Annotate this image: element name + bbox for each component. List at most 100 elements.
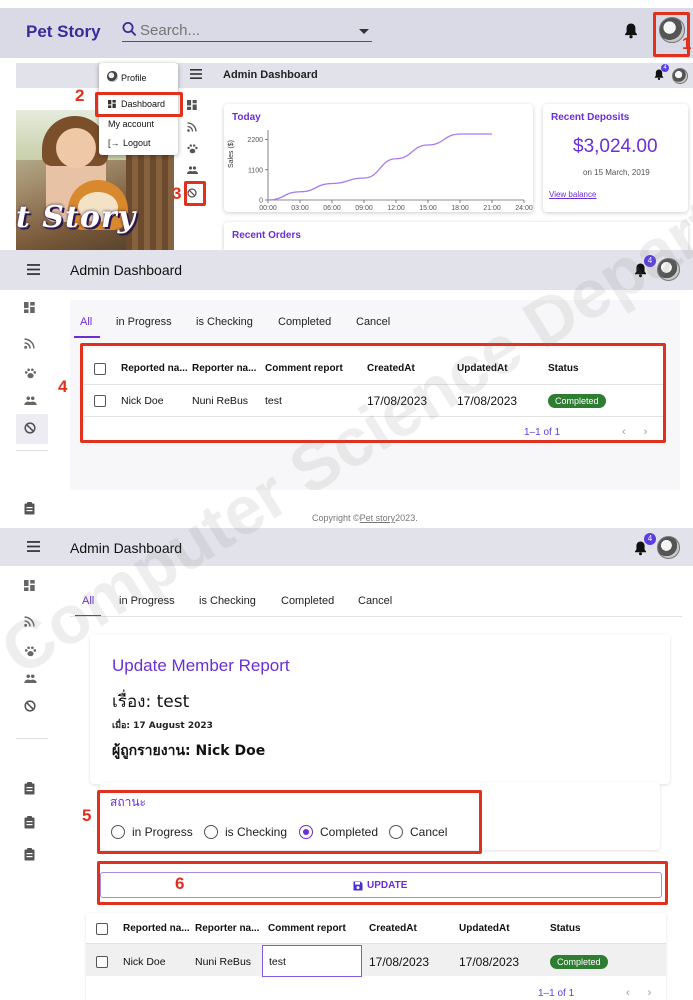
tab-in-progress[interactable]: in Progress bbox=[119, 595, 175, 607]
pagination-arrows[interactable]: ‹› bbox=[626, 987, 669, 999]
notification-badge: 4 bbox=[661, 64, 669, 72]
menu-item-profile[interactable]: Profile bbox=[121, 73, 147, 83]
radio-label-completed[interactable]: Completed bbox=[320, 825, 378, 839]
x-tick-label: 15:00 bbox=[419, 205, 437, 212]
bell-icon[interactable] bbox=[624, 22, 638, 39]
col-status[interactable]: Status bbox=[548, 363, 579, 374]
x-tick-label: 09:00 bbox=[355, 205, 373, 212]
menu-icon[interactable] bbox=[27, 541, 40, 552]
group-icon[interactable] bbox=[187, 166, 198, 174]
user-avatar[interactable] bbox=[657, 536, 680, 559]
paw-icon[interactable] bbox=[187, 144, 198, 154]
tab-is-checking[interactable]: is Checking bbox=[196, 316, 253, 328]
tab-cancel[interactable]: Cancel bbox=[358, 595, 392, 607]
menu-item-my-account[interactable]: My account bbox=[108, 119, 154, 129]
menu-item-dashboard[interactable]: Dashboard bbox=[121, 99, 165, 109]
view-balance-link[interactable]: View balance bbox=[549, 190, 596, 199]
line-chart: 2200 1100 000:00 03:00 06:00 09:00 12:00 15:00 1… bbox=[247, 130, 533, 212]
page-title: Admin Dashboard bbox=[223, 69, 318, 81]
col-reporter-name[interactable]: Reporter na... bbox=[192, 363, 256, 374]
tab-completed[interactable]: Completed bbox=[281, 595, 334, 607]
avatar bbox=[107, 71, 118, 82]
menu-icon[interactable] bbox=[27, 264, 40, 275]
chevron-down-icon[interactable] bbox=[359, 29, 369, 34]
row-checkbox[interactable] bbox=[96, 956, 108, 968]
footer-copyright: Copyright ©Pet story2023. bbox=[312, 513, 418, 523]
group-icon[interactable] bbox=[24, 396, 37, 405]
y-tick-label: 0 bbox=[259, 198, 263, 205]
x-tick-label: 06:00 bbox=[323, 205, 341, 212]
rss-feed-icon[interactable] bbox=[24, 338, 35, 349]
col-reporter-name[interactable]: Reporter na... bbox=[195, 923, 259, 934]
report-table: Reported na... Reporter na... Comment re… bbox=[84, 348, 664, 440]
search-icon bbox=[122, 21, 137, 37]
col-comment-report[interactable]: Comment report bbox=[268, 923, 346, 934]
cell-created-at: 17/08/2023 bbox=[369, 955, 430, 969]
dashboard-icon[interactable] bbox=[24, 302, 35, 313]
tab-indicator bbox=[74, 336, 100, 338]
radio-label-cancel[interactable]: Cancel bbox=[410, 825, 447, 839]
form-title: Update Member Report bbox=[112, 656, 290, 675]
search-field[interactable] bbox=[122, 20, 372, 42]
col-reported-name[interactable]: Reported na... bbox=[121, 363, 188, 374]
col-reported-name[interactable]: Reported na... bbox=[123, 923, 190, 934]
radio-label-is-checking[interactable]: is Checking bbox=[225, 825, 287, 839]
select-all-checkbox[interactable] bbox=[96, 923, 108, 935]
x-tick-label: 24:00 bbox=[515, 205, 533, 212]
menu-icon[interactable] bbox=[190, 69, 202, 79]
clipboard-icon[interactable] bbox=[24, 782, 35, 795]
radio-label-in-progress[interactable]: in Progress bbox=[132, 825, 193, 839]
status-tabs: All in Progress is Checking Completed Ca… bbox=[70, 316, 670, 344]
radio-in-progress[interactable] bbox=[111, 825, 125, 839]
clipboard-icon[interactable] bbox=[24, 502, 35, 515]
brand-title[interactable]: Pet Story bbox=[26, 22, 101, 42]
deposits-card: Recent Deposits $3,024.00 on 15 March, 2… bbox=[543, 104, 688, 212]
group-icon[interactable] bbox=[24, 674, 37, 683]
paw-icon[interactable] bbox=[24, 368, 37, 379]
col-status[interactable]: Status bbox=[550, 923, 581, 934]
x-tick-label: 03:00 bbox=[291, 205, 309, 212]
col-created-at[interactable]: CreatedAt bbox=[367, 363, 415, 374]
radio-is-checking[interactable] bbox=[204, 825, 218, 839]
update-report-form: Update Member Report เรื่อง: test เมื่อ:… bbox=[90, 634, 670, 784]
rss-feed-icon[interactable] bbox=[24, 616, 35, 627]
col-comment-report[interactable]: Comment report bbox=[265, 363, 343, 374]
select-all-checkbox[interactable] bbox=[94, 363, 106, 375]
cell-reporter-name: Nuni ReBus bbox=[195, 956, 252, 968]
search-input[interactable] bbox=[140, 20, 340, 40]
col-updated-at[interactable]: UpdatedAt bbox=[459, 923, 510, 934]
row-checkbox[interactable] bbox=[94, 395, 106, 407]
col-updated-at[interactable]: UpdatedAt bbox=[457, 363, 508, 374]
tab-all[interactable]: All bbox=[82, 595, 94, 607]
block-icon[interactable] bbox=[187, 188, 197, 198]
side-rail bbox=[16, 570, 48, 870]
dashboard-icon bbox=[108, 100, 116, 108]
footer-link[interactable]: Pet story bbox=[360, 513, 396, 523]
rss-feed-icon[interactable] bbox=[187, 122, 197, 132]
cell-reported-name: Nick Doe bbox=[121, 395, 164, 407]
tab-is-checking[interactable]: is Checking bbox=[199, 595, 256, 607]
status-tabs: All in Progress is Checking Completed Ca… bbox=[70, 595, 670, 623]
annotation-number-2: 2 bbox=[75, 86, 85, 105]
paw-icon[interactable] bbox=[24, 646, 37, 657]
menu-item-logout[interactable]: Logout bbox=[123, 138, 151, 148]
radio-completed[interactable] bbox=[299, 825, 313, 839]
tab-in-progress[interactable]: in Progress bbox=[116, 316, 172, 328]
dashboard-icon[interactable] bbox=[24, 580, 35, 591]
block-icon[interactable] bbox=[24, 700, 36, 712]
tab-cancel[interactable]: Cancel bbox=[356, 316, 390, 328]
radio-cancel[interactable] bbox=[389, 825, 403, 839]
x-tick-label: 21:00 bbox=[483, 205, 501, 212]
user-avatar[interactable] bbox=[657, 258, 680, 281]
user-avatar[interactable] bbox=[672, 68, 688, 84]
block-icon[interactable] bbox=[24, 422, 36, 434]
dashboard-icon[interactable] bbox=[187, 100, 197, 110]
clipboard-icon[interactable] bbox=[24, 816, 35, 829]
cell-reporter-name: Nuni ReBus bbox=[192, 395, 249, 407]
cell-updated-at: 17/08/2023 bbox=[457, 394, 518, 408]
clipboard-icon[interactable] bbox=[24, 848, 35, 861]
pagination-arrows[interactable]: ‹› bbox=[622, 426, 665, 438]
col-created-at[interactable]: CreatedAt bbox=[369, 923, 417, 934]
tab-all[interactable]: All bbox=[80, 316, 92, 328]
tab-completed[interactable]: Completed bbox=[278, 316, 331, 328]
